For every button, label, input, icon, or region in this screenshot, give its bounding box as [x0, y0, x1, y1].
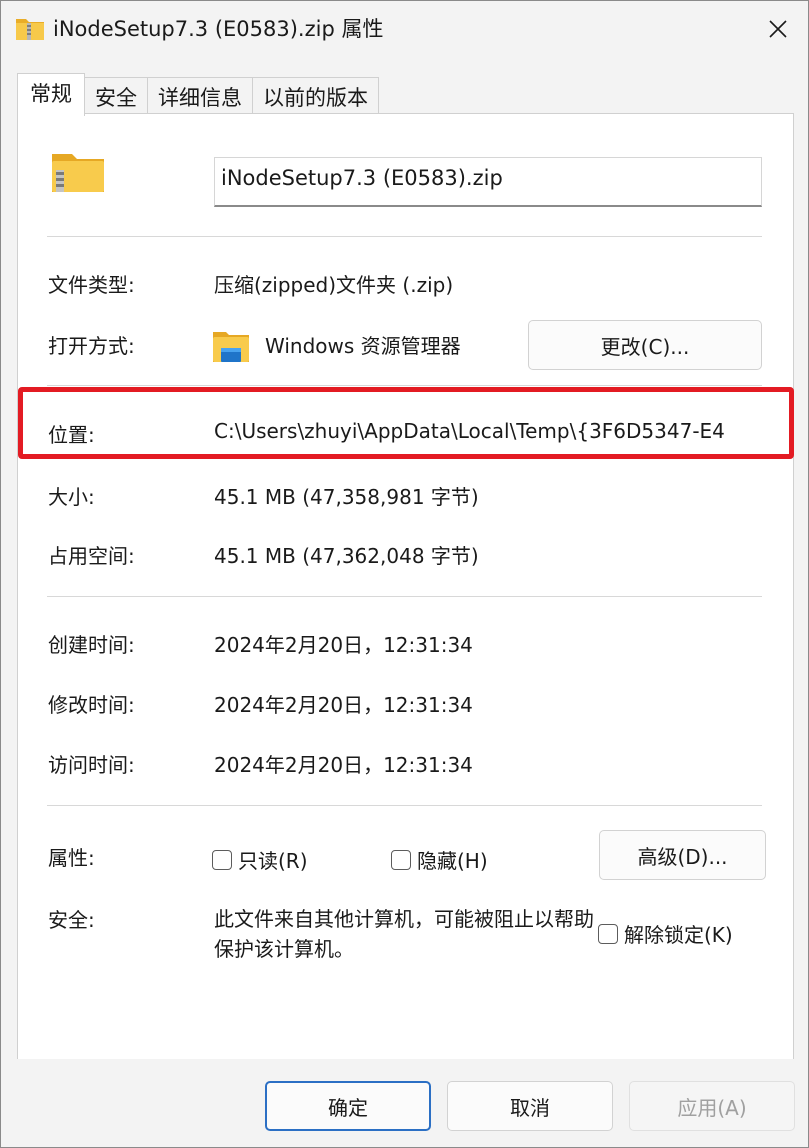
created-value: 2024年2月20日，12:31:34 [214, 633, 473, 657]
divider [47, 805, 762, 806]
opens-with-label: 打开方式: [48, 334, 135, 358]
divider [47, 236, 762, 237]
advanced-button[interactable]: 高级(D)... [599, 830, 766, 880]
readonly-checkbox[interactable]: 只读(R) [212, 845, 308, 874]
location-label: 位置: [48, 423, 95, 447]
unblock-checkbox[interactable]: 解除锁定(K) [598, 919, 733, 948]
divider [47, 385, 762, 386]
size-label: 大小: [48, 485, 95, 509]
tab-bar: 常规 安全 详细信息 以前的版本 [17, 73, 379, 116]
unblock-label: 解除锁定(K) [624, 923, 733, 947]
general-panel: 文件类型: 压缩(zipped)文件夹 (.zip) 打开方式: Windows… [17, 113, 794, 1060]
modified-label: 修改时间: [48, 693, 135, 717]
opens-with-value: Windows 资源管理器 [265, 334, 461, 358]
change-button[interactable]: 更改(C)... [528, 320, 762, 370]
accessed-label: 访问时间: [48, 753, 135, 777]
tab-general[interactable]: 常规 [17, 73, 85, 116]
zip-folder-icon [52, 154, 104, 192]
size-value: 45.1 MB (47,358,981 字节) [214, 485, 479, 509]
hidden-checkbox[interactable]: 隐藏(H) [391, 845, 488, 874]
divider [47, 596, 762, 597]
title-bar: iNodeSetup7.3 (E0583).zip 属性 [1, 1, 808, 59]
zip-folder-icon [16, 19, 44, 40]
unblock-checkbox-box[interactable] [598, 923, 618, 944]
attributes-label: 属性: [48, 846, 95, 870]
close-icon [769, 20, 787, 38]
dialog-footer: 确定 取消 应用(A) [1, 1059, 808, 1147]
tab-previous-versions[interactable]: 以前的版本 [252, 77, 379, 116]
close-button[interactable] [748, 1, 808, 57]
security-label: 安全: [48, 908, 95, 932]
accessed-value: 2024年2月20日，12:31:34 [214, 753, 473, 777]
created-label: 创建时间: [48, 633, 135, 657]
file-name-input[interactable] [214, 157, 762, 207]
window-title: iNodeSetup7.3 (E0583).zip 属性 [53, 17, 384, 41]
cancel-button[interactable]: 取消 [447, 1081, 613, 1131]
size-on-disk-label: 占用空间: [48, 544, 135, 568]
modified-value: 2024年2月20日，12:31:34 [214, 693, 473, 717]
file-type-value: 压缩(zipped)文件夹 (.zip) [214, 273, 454, 297]
readonly-label: 只读(R) [238, 849, 308, 873]
tab-security[interactable]: 安全 [84, 77, 148, 116]
file-type-label: 文件类型: [48, 273, 135, 297]
readonly-checkbox-box[interactable] [212, 849, 232, 870]
hidden-checkbox-box[interactable] [391, 849, 411, 870]
properties-dialog: iNodeSetup7.3 (E0583).zip 属性 常规 安全 详细信息 … [0, 0, 809, 1148]
file-explorer-icon [213, 332, 249, 362]
tab-details[interactable]: 详细信息 [147, 77, 253, 116]
apply-button[interactable]: 应用(A) [629, 1081, 795, 1131]
ok-button[interactable]: 确定 [265, 1081, 431, 1131]
security-message: 此文件来自其他计算机，可能被阻止以帮助保护该计算机。 [214, 907, 594, 961]
location-value[interactable]: C:\Users\zhuyi\AppData\Local\Temp\{3F6D5… [214, 419, 774, 443]
hidden-label: 隐藏(H) [417, 849, 488, 873]
size-on-disk-value: 45.1 MB (47,362,048 字节) [214, 544, 479, 568]
